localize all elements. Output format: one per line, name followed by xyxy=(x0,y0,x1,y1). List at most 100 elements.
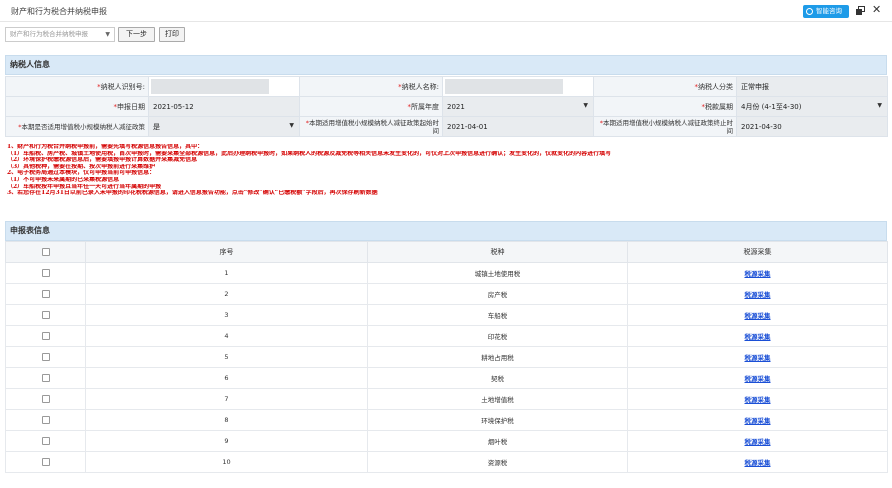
smart-consult-button[interactable]: 智能咨询 xyxy=(803,5,849,18)
row-tax-type: 资源税 xyxy=(367,451,628,473)
note-line: 1、财产和行为税合并纳税申报前，需要先填写税源信息报告信息，其中： xyxy=(7,144,204,150)
print-button[interactable]: 打印 xyxy=(159,27,185,42)
restore-window-icon[interactable] xyxy=(856,6,865,15)
select-all-checkbox[interactable] xyxy=(41,248,50,256)
row-checkbox[interactable] xyxy=(41,311,50,319)
table-row: 6 契税 税源采集 xyxy=(5,367,888,389)
tax-period-value: 4月份 (4-1至4-30) xyxy=(741,102,802,111)
note-line: （1）不可申报未来属期的已采集税源信息 xyxy=(7,176,120,183)
table-row: 8 环境保护税 税源采集 xyxy=(5,409,888,431)
declaration-table: 序号 税种 税源采集 1 城镇土地使用税 税源采集 2 房产税 税源采集 3 车… xyxy=(5,241,888,473)
table-row: 1 城镇土地使用税 税源采集 xyxy=(5,262,888,284)
source-collect-link[interactable]: 税源采集 xyxy=(745,396,771,404)
row-tax-type: 环境保护税 xyxy=(367,409,628,431)
row-seq: 1 xyxy=(85,262,368,284)
chevron-down-icon: ▼ xyxy=(583,102,588,109)
row-seq: 2 xyxy=(85,283,368,305)
row-checkbox[interactable] xyxy=(41,416,50,424)
policy-start-label: *本期适用增值税小规模纳税人减征政策起始时间 xyxy=(299,116,443,137)
tax-id-field xyxy=(148,76,300,97)
row-checkbox[interactable] xyxy=(41,395,50,403)
tax-year-value: 2021 xyxy=(447,102,465,111)
taxpayer-category-value: 正常申报 xyxy=(736,76,888,97)
note-line: （2）车船税按年申报且当年任一天可进行当年属期的申报 xyxy=(7,183,162,190)
source-collect-link[interactable]: 税源采集 xyxy=(745,354,771,362)
declare-date-label: *申报日期 xyxy=(5,96,149,117)
title-bar: 财产和行为税合并纳税申报 智能咨询 ✕ xyxy=(0,0,892,22)
tax-year-label: *所属年度 xyxy=(299,96,443,117)
close-icon[interactable]: ✕ xyxy=(872,3,881,16)
taxpayer-info-table: *纳税人识别号: *纳税人名称: *纳税人分类 正常申报 *申报日期 2021-… xyxy=(5,76,888,137)
table-row: 9 烟叶税 税源采集 xyxy=(5,430,888,452)
next-step-button[interactable]: 下一步 xyxy=(118,27,155,42)
source-collect-link[interactable]: 税源采集 xyxy=(745,270,771,278)
window-title: 财产和行为税合并纳税申报 xyxy=(11,7,107,16)
taxpayer-name-field xyxy=(442,76,594,97)
table-row: 7 土地增值税 税源采集 xyxy=(5,388,888,410)
taxpayer-info-header: 纳税人信息 xyxy=(5,55,887,75)
tax-period-label: *税款属期 xyxy=(593,96,737,117)
source-collect-link[interactable]: 税源采集 xyxy=(745,375,771,383)
note-line: （2）环境保护税缴税源信息后，需要填报申报计算数据并采集减免信息 xyxy=(7,157,198,164)
row-seq: 4 xyxy=(85,325,368,347)
small-scale-policy-select[interactable]: 是 ▼ xyxy=(148,116,300,137)
source-collect-link[interactable]: 税源采集 xyxy=(745,333,771,341)
row-tax-type: 契税 xyxy=(367,367,628,389)
declaration-type-select[interactable]: 财产和行为税合并纳税申报 ▼ xyxy=(5,27,115,42)
note-line: 2、电子税务局通过本模块，仅可申报当前可申报信息： xyxy=(7,170,156,177)
source-collect-link[interactable]: 税源采集 xyxy=(745,417,771,425)
policy-end-value: 2021-04-30 xyxy=(736,116,888,137)
tax-period-select[interactable]: 4月份 (4-1至4-30) ▼ xyxy=(736,96,888,117)
row-checkbox[interactable] xyxy=(41,290,50,298)
row-seq: 3 xyxy=(85,304,368,326)
policy-end-label: *本期适用增值税小规模纳税人减征政策终止时间 xyxy=(593,116,737,137)
row-seq: 5 xyxy=(85,346,368,368)
row-tax-type: 城镇土地使用税 xyxy=(367,262,628,284)
source-collect-link[interactable]: 税源采集 xyxy=(745,459,771,467)
source-collect-link[interactable]: 税源采集 xyxy=(745,291,771,299)
row-checkbox[interactable] xyxy=(41,437,50,445)
row-tax-type: 印花税 xyxy=(367,325,628,347)
seq-header: 序号 xyxy=(85,241,368,263)
row-seq: 10 xyxy=(85,451,368,473)
row-tax-type: 耕地占用税 xyxy=(367,346,628,368)
row-checkbox[interactable] xyxy=(41,269,50,277)
row-tax-type: 房产税 xyxy=(367,283,628,305)
row-checkbox[interactable] xyxy=(41,458,50,466)
small-scale-policy-label: *本期是否适用增值税小规模纳税人减征政策 xyxy=(5,116,149,137)
select-all-cell xyxy=(5,241,86,263)
declaration-type-value: 财产和行为税合并纳税申报 xyxy=(10,30,88,38)
row-seq: 7 xyxy=(85,388,368,410)
declare-date-value: 2021-05-12 xyxy=(148,96,300,117)
row-checkbox[interactable] xyxy=(41,353,50,361)
source-collect-link[interactable]: 税源采集 xyxy=(745,438,771,446)
small-scale-policy-value: 是 xyxy=(153,122,160,131)
row-tax-type: 烟叶税 xyxy=(367,430,628,452)
table-row: 4 印花税 税源采集 xyxy=(5,325,888,347)
source-collect-link[interactable]: 税源采集 xyxy=(745,312,771,320)
note-line: （3）其他税种，需要在按期、按次申报前进行采集维护 xyxy=(7,163,156,170)
table-row: 3 车船税 税源采集 xyxy=(5,304,888,326)
row-checkbox[interactable] xyxy=(41,332,50,340)
taxpayer-name-label: *纳税人名称: xyxy=(299,76,443,97)
row-seq: 9 xyxy=(85,430,368,452)
row-seq: 6 xyxy=(85,367,368,389)
note-line: （1）车船税、房产税、城镇土地使用税，首次申报时，需要采集全部税源信息，此后办理… xyxy=(7,150,612,157)
tax-year-select[interactable]: 2021 ▼ xyxy=(442,96,594,117)
policy-start-value: 2021-04-01 xyxy=(442,116,594,137)
row-checkbox[interactable] xyxy=(41,374,50,382)
row-tax-type: 车船税 xyxy=(367,304,628,326)
tax-id-label: *纳税人识别号: xyxy=(5,76,149,97)
table-row: 5 耕地占用税 税源采集 xyxy=(5,346,888,368)
declaration-info-header: 申报表信息 xyxy=(5,221,887,241)
row-seq: 8 xyxy=(85,409,368,431)
note-line: 3、若您存在12月31日以前已录入未申报的印花税税源信息，请进入信息报告功能，点… xyxy=(7,190,378,197)
table-row: 10 资源税 税源采集 xyxy=(5,451,888,473)
taxpayer-category-label: *纳税人分类 xyxy=(593,76,737,97)
declaration-notes: 1、财产和行为税合并纳税申报前，需要先填写税源信息报告信息，其中： （1）车船税… xyxy=(7,144,887,197)
chevron-down-icon: ▼ xyxy=(289,122,294,129)
chevron-down-icon: ▼ xyxy=(877,102,882,109)
tax-type-header: 税种 xyxy=(367,241,628,263)
table-row: 2 房产税 税源采集 xyxy=(5,283,888,305)
row-tax-type: 土地增值税 xyxy=(367,388,628,410)
